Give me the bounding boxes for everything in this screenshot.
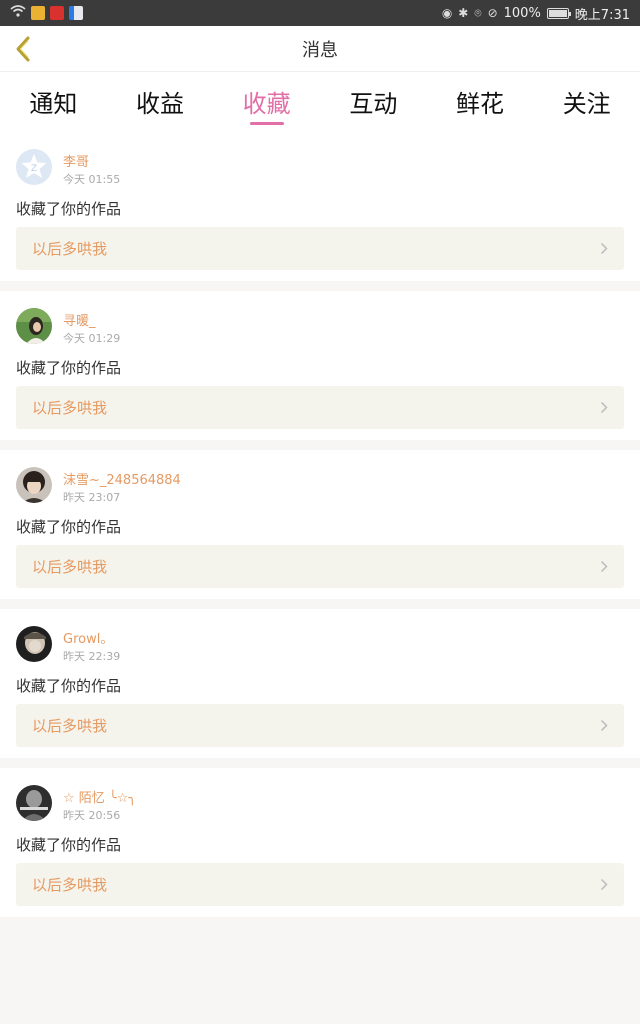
tab-earnings[interactable]: 收益: [107, 72, 214, 132]
timestamp: 今天 01:55: [63, 173, 121, 186]
status-right-icons: ◉ ✱ ⌾ ⊘ 100% 晚上7:31: [442, 4, 630, 23]
work-title: 以后多哄我: [32, 876, 108, 894]
work-link[interactable]: 以后多哄我: [16, 227, 624, 270]
avatar[interactable]: [16, 626, 52, 662]
wifi-icon: [10, 5, 26, 21]
username[interactable]: 李哥: [63, 151, 89, 170]
nav-header: 消息: [0, 26, 640, 72]
timestamp: 昨天 20:56: [63, 809, 121, 822]
work-link[interactable]: 以后多哄我: [16, 386, 624, 429]
list-item: 寻暖_ 今天 01:29 收藏了你的作品 以后多哄我: [0, 291, 640, 440]
message-text: 收藏了你的作品: [16, 518, 122, 536]
message-text: 收藏了你的作品: [16, 359, 122, 377]
work-title: 以后多哄我: [32, 717, 108, 735]
clock: 晚上7:31: [574, 7, 630, 23]
username[interactable]: ☆ 陌忆 ╰☆╮: [63, 787, 136, 806]
work-title: 以后多哄我: [32, 558, 108, 576]
chevron-right-icon: [600, 560, 608, 573]
app-icon-yellow: [31, 6, 45, 20]
avatar[interactable]: [16, 308, 52, 344]
tab-favorites[interactable]: 收藏: [213, 72, 320, 132]
app-icon-blue: [69, 6, 83, 20]
work-link[interactable]: 以后多哄我: [16, 704, 624, 747]
message-text: 收藏了你的作品: [16, 836, 122, 854]
tab-notifications[interactable]: 通知: [0, 72, 107, 132]
username[interactable]: 寻暖_: [63, 310, 96, 329]
username[interactable]: Growl。: [63, 628, 113, 647]
status-left-icons: [10, 5, 83, 21]
svg-text:Z: Z: [31, 164, 37, 174]
work-title: 以后多哄我: [32, 399, 108, 417]
mute-icon: ⊘: [487, 6, 498, 20]
tab-following[interactable]: 关注: [533, 72, 640, 132]
work-link[interactable]: 以后多哄我: [16, 863, 624, 906]
message-list: Z 李哥 今天 01:55 收藏了你的作品 以后多哄我 寻暖_ 今天 01:29…: [0, 132, 640, 927]
app-icon-red: [50, 6, 64, 20]
timestamp: 昨天 23:07: [63, 491, 121, 504]
tab-interactions[interactable]: 互动: [320, 72, 427, 132]
avatar[interactable]: [16, 467, 52, 503]
work-link[interactable]: 以后多哄我: [16, 545, 624, 588]
timestamp: 今天 01:29: [63, 332, 121, 345]
status-bar: ◉ ✱ ⌾ ⊘ 100% 晚上7:31: [0, 0, 640, 26]
battery-percent: 100%: [503, 5, 541, 21]
chevron-right-icon: [600, 401, 608, 414]
page-title: 消息: [302, 39, 338, 61]
timestamp: 昨天 22:39: [63, 650, 121, 663]
tab-flowers[interactable]: 鲜花: [427, 72, 534, 132]
chevron-right-icon: [600, 719, 608, 732]
back-arrow-icon: [16, 36, 30, 62]
avatar[interactable]: Z: [16, 149, 52, 185]
message-text: 收藏了你的作品: [16, 677, 122, 695]
list-item: Growl。 昨天 22:39 收藏了你的作品 以后多哄我: [0, 609, 640, 758]
message-text: 收藏了你的作品: [16, 200, 122, 218]
eye-icon: ◉: [441, 6, 453, 20]
work-title: 以后多哄我: [32, 240, 108, 258]
username[interactable]: 沫雪~_248564884: [63, 469, 181, 488]
chevron-right-icon: [600, 242, 608, 255]
list-item: 沫雪~_248564884 昨天 23:07 收藏了你的作品 以后多哄我: [0, 450, 640, 599]
chevron-right-icon: [600, 878, 608, 891]
back-button[interactable]: [8, 34, 38, 64]
battery-icon: [546, 7, 571, 19]
list-item: Z 李哥 今天 01:55 收藏了你的作品 以后多哄我: [0, 132, 640, 281]
bluetooth-icon: ✱: [458, 6, 469, 20]
avatar[interactable]: [16, 785, 52, 821]
location-icon: ⌾: [474, 5, 482, 20]
list-item: ☆ 陌忆 ╰☆╮ 昨天 20:56 收藏了你的作品 以后多哄我: [0, 768, 640, 917]
tab-bar: 通知 收益 收藏 互动 鲜花 关注: [0, 72, 640, 132]
